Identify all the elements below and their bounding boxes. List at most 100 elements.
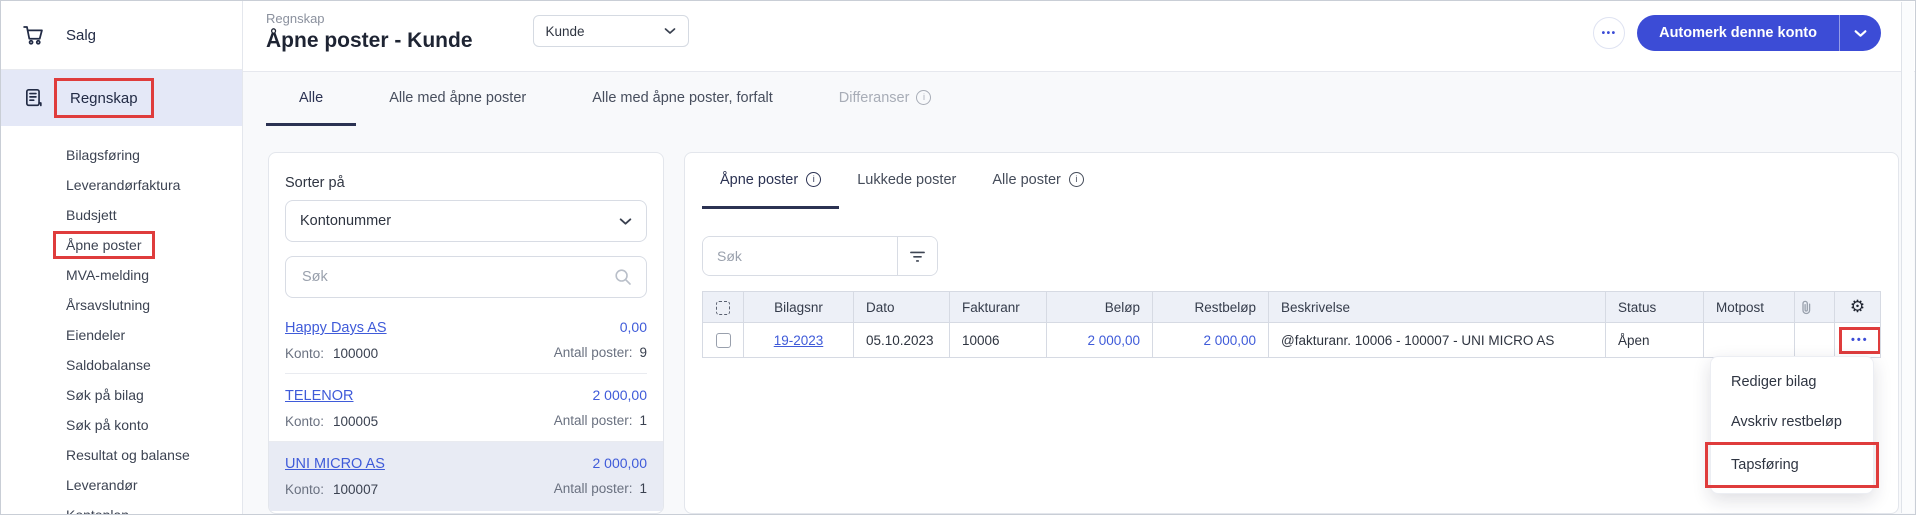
tab-apne-poster[interactable]: Åpne poster i xyxy=(702,153,839,209)
table-row: 19-2023 05.10.2023 10006 2 000,00 2 000,… xyxy=(703,323,1881,358)
annotation-box-apne-poster: Åpne poster xyxy=(53,231,155,259)
info-icon: i xyxy=(806,172,821,187)
sidebar: Salg Regnskap Bilagsføring Leverandørfak… xyxy=(1,1,243,514)
annotation-box-tapsforing: Tapsføring xyxy=(1705,442,1879,488)
chevron-down-icon xyxy=(619,217,632,226)
column-header-belop: Beløp xyxy=(1047,292,1153,323)
ledger-tabs: Åpne poster i Lukkede poster Alle poster… xyxy=(702,153,1881,209)
bilagsnr-link[interactable]: 19-2023 xyxy=(774,333,824,348)
accounts-list: Happy Days AS Konto:100000 0,00 Antall p… xyxy=(285,306,647,511)
automark-button[interactable]: Automerk denne konto xyxy=(1637,15,1839,51)
count-value: 9 xyxy=(639,345,647,360)
account-row-telenor[interactable]: TELENOR Konto:100005 2 000,00 Antall pos… xyxy=(285,373,647,441)
cell-restbelop: 2 000,00 xyxy=(1153,323,1269,358)
chevron-down-icon xyxy=(1854,29,1867,38)
account-link[interactable]: Happy Days AS xyxy=(285,320,387,336)
sidebar-item-leverandorfaktura[interactable]: Leverandørfaktura xyxy=(1,170,242,200)
sort-select-value: Kontonummer xyxy=(300,213,391,229)
sidebar-item-sok-pa-konto[interactable]: Søk på konto xyxy=(1,410,242,440)
more-actions-button[interactable]: ••• xyxy=(1593,17,1625,49)
cell-fakturanr: 10006 xyxy=(950,323,1047,358)
sidebar-item-kontoplan[interactable]: Kontoplan xyxy=(1,500,242,515)
account-link[interactable]: TELENOR xyxy=(285,388,354,404)
accounts-search xyxy=(285,256,647,298)
cell-dato: 05.10.2023 xyxy=(854,323,950,358)
account-type-value: Kunde xyxy=(546,24,585,39)
sidebar-item-bilagsforing[interactable]: Bilagsføring xyxy=(1,140,242,170)
column-header-fakturanr: Fakturanr xyxy=(950,292,1047,323)
automark-split-button: Automerk denne konto xyxy=(1637,15,1881,51)
konto-value: 100007 xyxy=(333,482,378,497)
sort-select[interactable]: Kontonummer xyxy=(285,200,647,242)
sidebar-item-apne-poster[interactable]: Åpne poster xyxy=(1,230,242,260)
konto-label: Konto: xyxy=(285,414,324,429)
table-toolbar xyxy=(702,236,1881,276)
sidebar-item-mva-melding[interactable]: MVA-melding xyxy=(1,260,242,290)
sidebar-item-leverandor[interactable]: Leverandør xyxy=(1,470,242,500)
table-search-input[interactable] xyxy=(703,237,897,275)
cell-bilagsnr: 19-2023 xyxy=(744,323,854,358)
filter-button[interactable] xyxy=(897,237,937,275)
page-title: Åpne poster - Kunde xyxy=(266,29,473,53)
tab-lukkede-poster[interactable]: Lukkede poster xyxy=(839,153,974,209)
count-value: 1 xyxy=(639,413,647,428)
ledger-icon xyxy=(23,88,44,108)
row-context-menu: Rediger bilag Avskriv restbeløp Tapsføri… xyxy=(1710,356,1874,494)
row-checkbox[interactable] xyxy=(716,333,731,348)
konto-label: Konto: xyxy=(285,346,324,361)
open-items-table: Bilagsnr Dato Fakturanr Beløp Restbeløp … xyxy=(702,291,1881,358)
row-actions-button[interactable]: ••• xyxy=(1851,335,1869,346)
menu-item-rediger-bilag[interactable]: Rediger bilag xyxy=(1711,362,1873,402)
select-all-icon[interactable] xyxy=(716,301,730,315)
account-row-uni-micro-selected[interactable]: UNI MICRO AS Konto:100007 2 000,00 Antal… xyxy=(269,441,663,511)
account-amount: 0,00 xyxy=(554,319,647,335)
cell-attachment xyxy=(1795,323,1835,358)
cell-actions: ••• xyxy=(1835,323,1881,358)
automark-dropdown-toggle[interactable] xyxy=(1839,15,1881,51)
view-tabs: Alle Alle med åpne poster Alle med åpne … xyxy=(243,71,1915,126)
annotation-box-row-actions: ••• xyxy=(1839,327,1881,354)
column-header-motpost: Motpost xyxy=(1704,292,1795,323)
count-value: 1 xyxy=(639,481,647,496)
cell-motpost xyxy=(1704,323,1795,358)
scrollbar-track[interactable] xyxy=(1901,2,1914,513)
account-row-happy-days[interactable]: Happy Days AS Konto:100000 0,00 Antall p… xyxy=(285,306,647,373)
count-label: Antall poster: xyxy=(554,345,633,360)
header-actions: ••• Automerk denne konto xyxy=(1593,15,1881,51)
column-header-status: Status xyxy=(1606,292,1704,323)
gear-icon[interactable]: ⚙ xyxy=(1850,299,1865,316)
tab-alle-med-apne-poster-forfalt[interactable]: Alle med åpne poster, forfalt xyxy=(559,72,806,126)
account-type-select[interactable]: Kunde xyxy=(533,15,689,47)
sidebar-item-regnskap[interactable]: Regnskap xyxy=(1,70,242,126)
paperclip-icon xyxy=(1799,300,1830,315)
konto-value: 100005 xyxy=(333,414,378,429)
sidebar-item-arsavslutning[interactable]: Årsavslutning xyxy=(1,290,242,320)
tab-alle[interactable]: Alle xyxy=(266,72,356,126)
account-link[interactable]: UNI MICRO AS xyxy=(285,456,385,472)
table-header-row: Bilagsnr Dato Fakturanr Beløp Restbeløp … xyxy=(703,292,1881,323)
sidebar-item-salg[interactable]: Salg xyxy=(1,1,242,69)
sidebar-item-saldobalanse[interactable]: Saldobalanse xyxy=(1,350,242,380)
column-header-bilagsnr: Bilagsnr xyxy=(744,292,854,323)
accounts-search-input[interactable] xyxy=(300,268,614,286)
tab-alle-med-apne-poster[interactable]: Alle med åpne poster xyxy=(356,72,559,126)
sidebar-item-eiendeler[interactable]: Eiendeler xyxy=(1,320,242,350)
tab-alle-poster[interactable]: Alle poster i xyxy=(974,153,1102,209)
app-window: Salg Regnskap Bilagsføring Leverandørfak… xyxy=(0,0,1916,515)
column-header-dato: Dato xyxy=(854,292,950,323)
main-area: Regnskap Åpne poster - Kunde Kunde ••• A… xyxy=(243,1,1915,514)
sidebar-item-budsjett[interactable]: Budsjett xyxy=(1,200,242,230)
sidebar-item-resultat-og-balanse[interactable]: Resultat og balanse xyxy=(1,440,242,470)
sidebar-submenu: Bilagsføring Leverandørfaktura Budsjett … xyxy=(1,126,242,515)
menu-item-avskriv-restbelop[interactable]: Avskriv restbeløp xyxy=(1711,402,1873,442)
filter-icon xyxy=(909,249,926,264)
menu-item-tapsforing[interactable]: Tapsføring xyxy=(1708,445,1876,485)
info-icon: i xyxy=(1069,172,1084,187)
sidebar-item-sok-pa-bilag[interactable]: Søk på bilag xyxy=(1,380,242,410)
content-area: Sorter på Kontonummer xyxy=(243,126,1915,514)
count-label: Antall poster: xyxy=(554,413,633,428)
column-header-restbelop: Restbeløp xyxy=(1153,292,1269,323)
page-header: Regnskap Åpne poster - Kunde Kunde ••• A… xyxy=(243,1,1915,71)
count-label: Antall poster: xyxy=(554,481,633,496)
breadcrumb: Regnskap xyxy=(266,11,473,26)
